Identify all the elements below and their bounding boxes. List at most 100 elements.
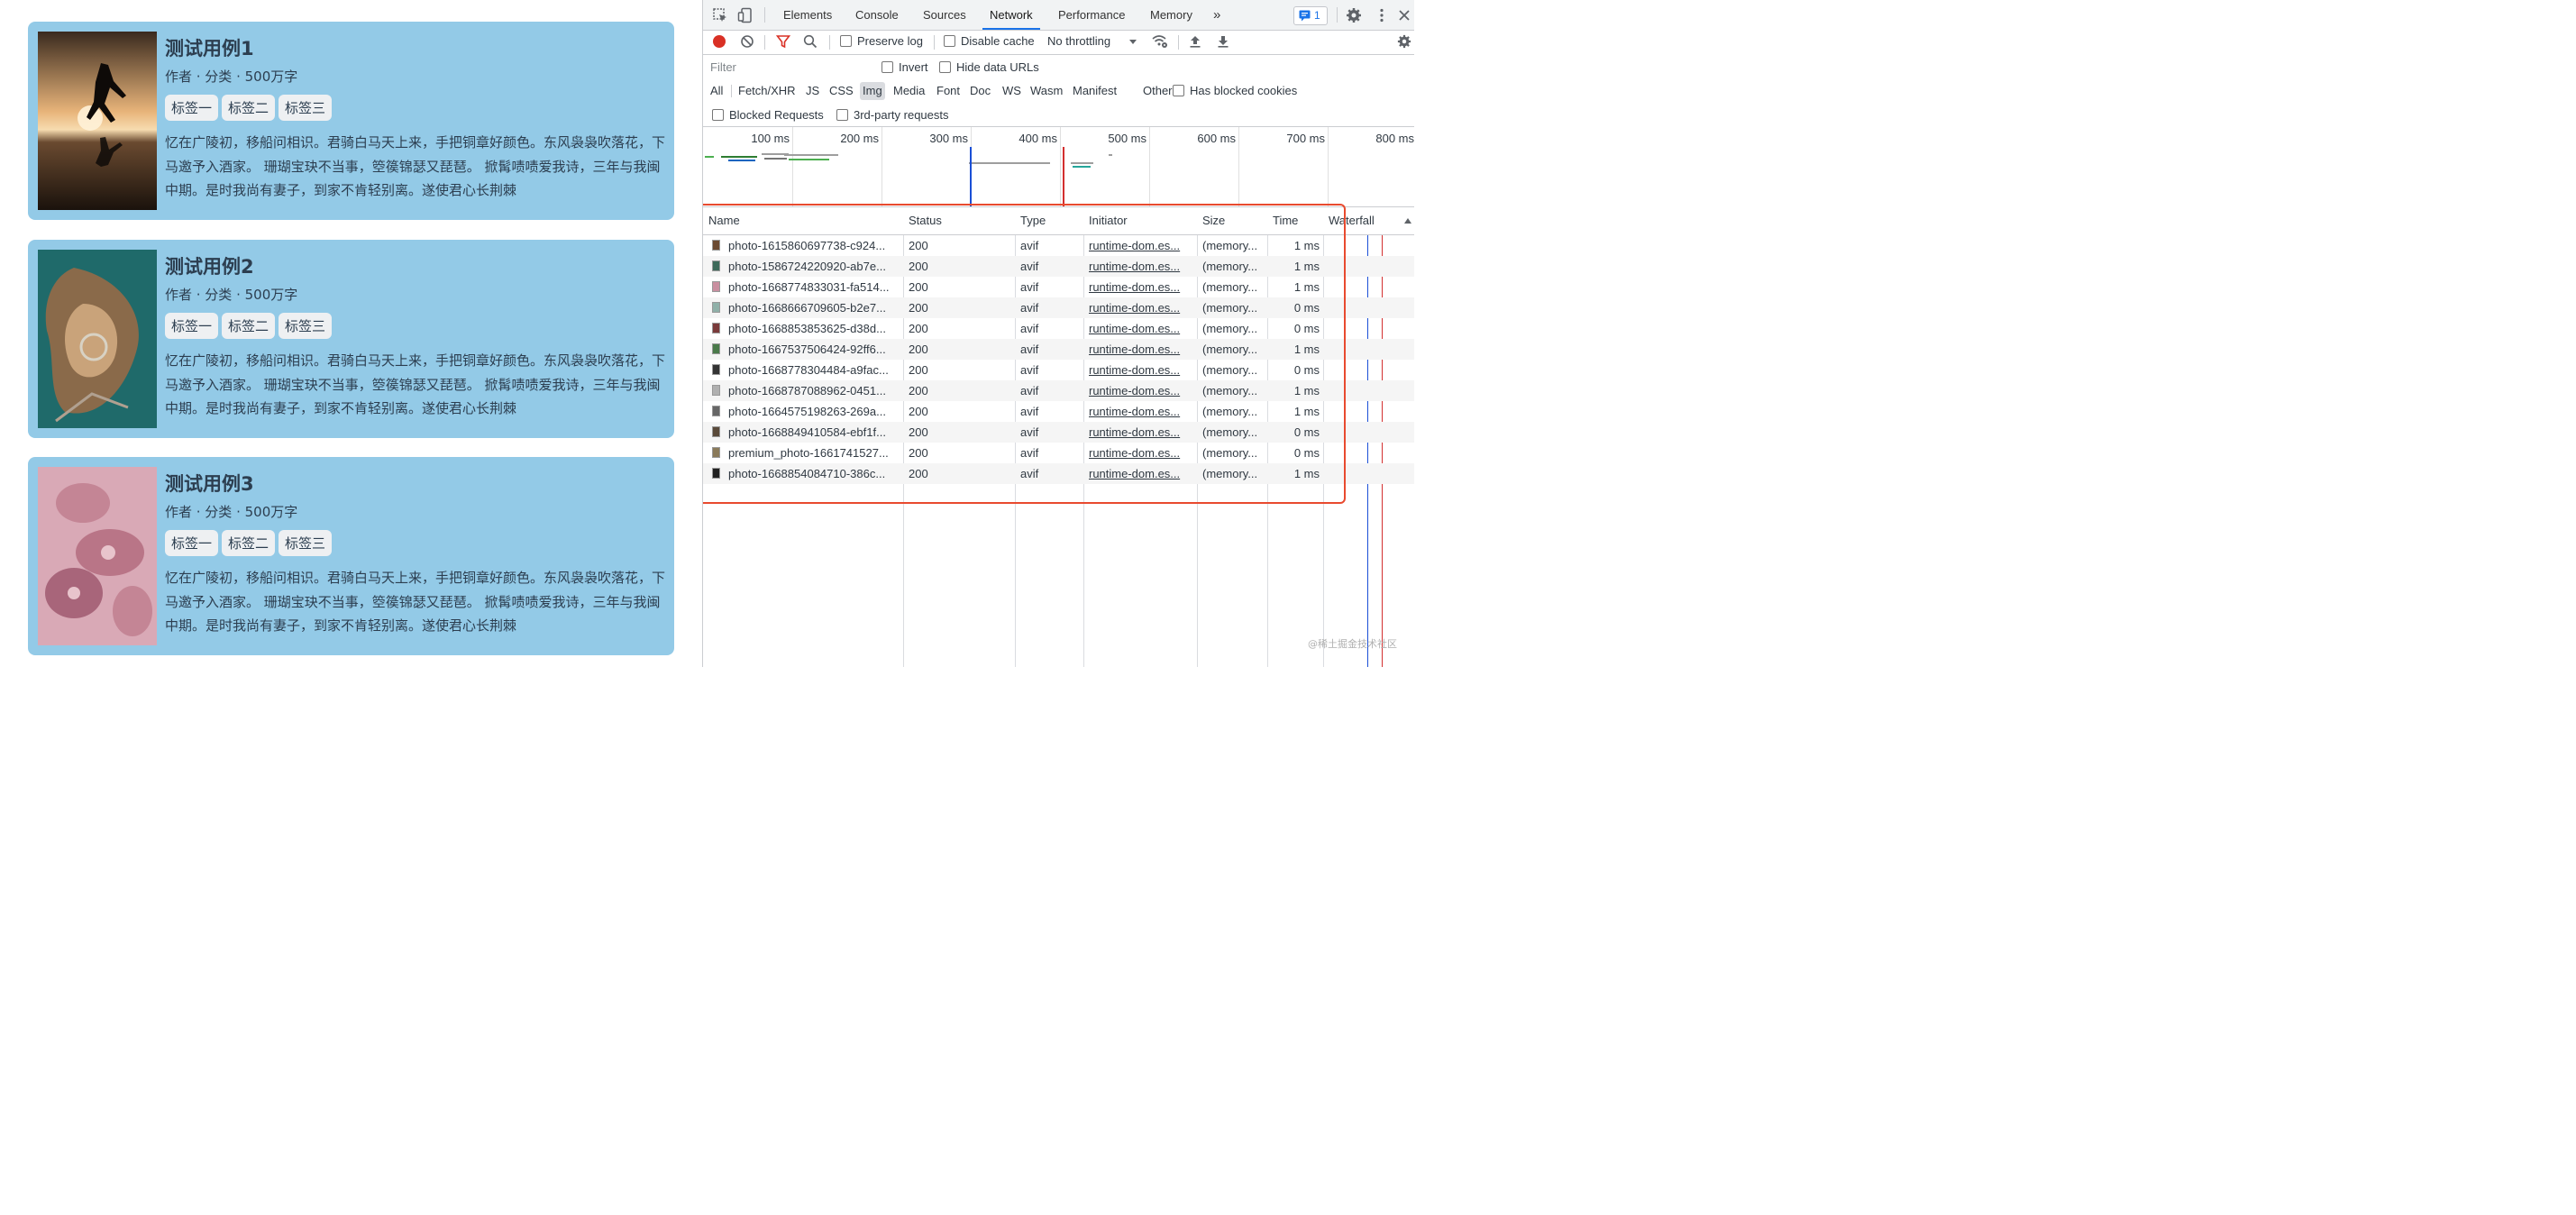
request-initiator[interactable]: runtime-dom.es... (1089, 297, 1193, 318)
table-row[interactable]: photo-1668778304484-a9fac... 200 avif runti… (703, 360, 1414, 380)
request-initiator[interactable]: runtime-dom.es... (1089, 339, 1193, 360)
tag[interactable]: 标签三 (279, 95, 333, 121)
preserve-log-checkbox[interactable]: Preserve log (840, 34, 923, 48)
device-toolbar-icon[interactable] (737, 7, 754, 23)
type-filter-manifest[interactable]: Manifest (1070, 82, 1119, 100)
table-row[interactable]: photo-1668853853625-d38d... 200 avif runtim… (703, 318, 1414, 339)
record-button[interactable] (712, 34, 726, 49)
network-conditions-button[interactable] (1152, 34, 1168, 49)
timeline-overview[interactable]: 100 ms 200 ms 300 ms 400 ms 500 ms 600 m… (703, 127, 1414, 207)
tab-memory[interactable]: Memory (1150, 0, 1192, 30)
checkbox-box[interactable] (840, 35, 852, 47)
request-name[interactable]: photo-1668666709605-b2e7... (728, 297, 900, 318)
request-name[interactable]: photo-1667537506424-92ff6... (728, 339, 900, 360)
invert-checkbox[interactable]: Invert (882, 60, 928, 74)
request-initiator[interactable]: runtime-dom.es... (1089, 443, 1193, 463)
tab-elements[interactable]: Elements (783, 0, 832, 30)
book-card[interactable]: 测试用例2 作者 · 分类 · 500万字 标签一 标签二 标签三 忆在广陵初，… (28, 240, 674, 438)
table-row[interactable]: photo-1668854084710-386c... 200 avif runtim… (703, 463, 1414, 484)
table-row[interactable]: photo-1615860697738-c924... 200 avif runtim… (703, 235, 1414, 256)
column-header-time[interactable]: Time (1267, 207, 1298, 234)
request-initiator[interactable]: runtime-dom.es... (1089, 235, 1193, 256)
network-settings-button[interactable] (1397, 34, 1411, 49)
request-name[interactable]: photo-1668787088962-0451... (728, 380, 900, 401)
tag[interactable]: 标签一 (165, 530, 219, 556)
tag[interactable]: 标签三 (279, 530, 333, 556)
request-initiator[interactable]: runtime-dom.es... (1089, 463, 1193, 484)
request-initiator[interactable]: runtime-dom.es... (1089, 360, 1193, 380)
clear-button[interactable] (740, 34, 754, 49)
tab-console[interactable]: Console (855, 0, 899, 30)
search-button[interactable] (803, 34, 818, 49)
tag[interactable]: 标签二 (222, 95, 276, 121)
filter-input[interactable]: Filter (707, 58, 872, 78)
inspect-element-icon[interactable] (712, 7, 728, 23)
type-filter-media[interactable]: Media (891, 82, 927, 100)
column-header-status[interactable]: Status (903, 207, 942, 234)
checkbox-box[interactable] (882, 61, 893, 73)
more-options-icon[interactable] (1374, 7, 1390, 23)
disable-cache-checkbox[interactable]: Disable cache (944, 34, 1035, 48)
table-row[interactable]: photo-1664575198263-269a... 200 avif runtim… (703, 401, 1414, 422)
column-header-size[interactable]: Size (1197, 207, 1225, 234)
tag[interactable]: 标签二 (222, 530, 276, 556)
request-name[interactable]: photo-1668774833031-fa514... (728, 277, 900, 297)
type-filter-fetch-xhr[interactable]: Fetch/XHR (735, 82, 799, 100)
request-name[interactable]: photo-1586724220920-ab7e... (728, 256, 900, 277)
throttling-select[interactable]: No throttling (1047, 34, 1137, 48)
tag[interactable]: 标签一 (165, 95, 219, 121)
settings-gear-icon[interactable] (1346, 7, 1362, 23)
table-row[interactable]: premium_photo-1661741527... 200 avif runtim… (703, 443, 1414, 463)
request-initiator[interactable]: runtime-dom.es... (1089, 256, 1193, 277)
type-filter-ws[interactable]: WS (1000, 82, 1024, 100)
has-blocked-cookies-checkbox[interactable]: Has blocked cookies (1173, 84, 1297, 97)
type-filter-all[interactable]: All (708, 82, 726, 100)
type-filter-js[interactable]: JS (803, 82, 822, 100)
request-name[interactable]: premium_photo-1661741527... (728, 443, 900, 463)
export-har-button[interactable] (1216, 34, 1230, 49)
checkbox-box[interactable] (1173, 85, 1184, 96)
checkbox-box[interactable] (836, 109, 848, 121)
sort-ascending-icon[interactable] (1403, 216, 1412, 225)
column-header-type[interactable]: Type (1015, 207, 1046, 234)
table-row[interactable]: photo-1668774833031-fa514... 200 avif runti… (703, 277, 1414, 297)
type-filter-css[interactable]: CSS (827, 82, 856, 100)
tab-network[interactable]: Network (982, 0, 1040, 30)
request-name[interactable]: photo-1615860697738-c924... (728, 235, 900, 256)
blocked-requests-checkbox[interactable]: Blocked Requests (712, 108, 824, 122)
request-name[interactable]: photo-1664575198263-269a... (728, 401, 900, 422)
type-filter-other[interactable]: Other (1140, 82, 1175, 100)
issues-badge[interactable]: 1 (1293, 6, 1328, 25)
tag[interactable]: 标签一 (165, 313, 219, 339)
filter-toggle-button[interactable] (776, 34, 790, 49)
third-party-checkbox[interactable]: 3rd-party requests (836, 108, 949, 122)
hide-data-urls-checkbox[interactable]: Hide data URLs (939, 60, 1039, 74)
request-initiator[interactable]: runtime-dom.es... (1089, 422, 1193, 443)
more-tabs-icon[interactable]: » (1213, 0, 1220, 30)
import-har-button[interactable] (1188, 34, 1202, 49)
request-initiator[interactable]: runtime-dom.es... (1089, 277, 1193, 297)
tag[interactable]: 标签三 (279, 313, 333, 339)
tab-sources[interactable]: Sources (923, 0, 966, 30)
checkbox-box[interactable] (712, 109, 724, 121)
column-header-name[interactable]: Name (703, 207, 740, 234)
type-filter-doc[interactable]: Doc (967, 82, 993, 100)
request-name[interactable]: photo-1668854084710-386c... (728, 463, 900, 484)
request-initiator[interactable]: runtime-dom.es... (1089, 318, 1193, 339)
request-name[interactable]: photo-1668853853625-d38d... (728, 318, 900, 339)
type-filter-img[interactable]: Img (860, 82, 885, 100)
checkbox-box[interactable] (944, 35, 955, 47)
table-row[interactable]: photo-1668849410584-ebf1f... 200 avif runti… (703, 422, 1414, 443)
book-card[interactable]: 测试用例3 作者 · 分类 · 500万字 标签一 标签二 标签三 忆在广陵初，… (28, 457, 674, 655)
request-name[interactable]: photo-1668849410584-ebf1f... (728, 422, 900, 443)
request-name[interactable]: photo-1668778304484-a9fac... (728, 360, 900, 380)
table-row[interactable]: photo-1668666709605-b2e7... 200 avif runtim… (703, 297, 1414, 318)
table-row[interactable]: photo-1667537506424-92ff6... 200 avif runti… (703, 339, 1414, 360)
request-initiator[interactable]: runtime-dom.es... (1089, 401, 1193, 422)
column-header-waterfall[interactable]: Waterfall (1323, 207, 1375, 234)
close-devtools-icon[interactable] (1396, 7, 1412, 23)
checkbox-box[interactable] (939, 61, 951, 73)
column-header-initiator[interactable]: Initiator (1083, 207, 1128, 234)
table-row[interactable]: photo-1586724220920-ab7e... 200 avif runtim… (703, 256, 1414, 277)
request-initiator[interactable]: runtime-dom.es... (1089, 380, 1193, 401)
